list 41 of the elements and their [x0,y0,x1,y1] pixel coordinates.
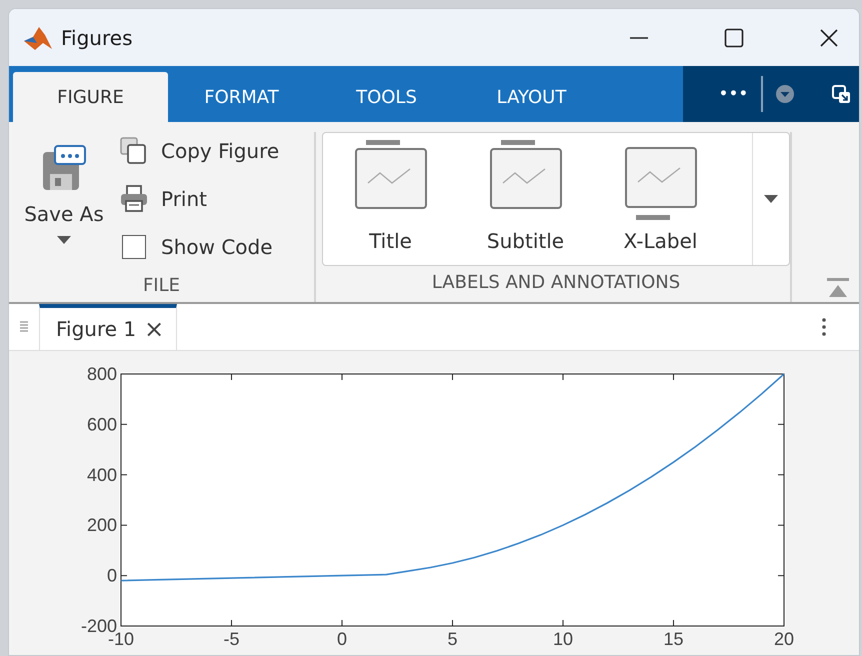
ribbon-tab[interactable]: TOOLS [315,72,458,122]
y-tick-label: 400 [86,464,117,485]
checkbox-square[interactable] [122,235,146,259]
y-tick-label: 800 [86,364,117,384]
y-tick-label: 0 [106,566,117,586]
x-tick-label: 0 [337,629,347,649]
printer-icon [119,184,149,214]
maximize-icon[interactable] [724,28,744,48]
section-label: LABELS AND ANNOTATIONS [432,271,680,295]
undock-icon[interactable] [830,84,851,104]
caret-icon [57,236,71,244]
y-tick-label: 600 [86,414,117,434]
show-code-checkbox[interactable]: Show Code [119,228,280,266]
label-gallery-button[interactable]: X-Label [593,133,728,265]
close-tab-button[interactable]: × [144,315,164,343]
label-gallery-button[interactable]: Title [323,133,458,265]
ribbon-tab[interactable]: FORMAT [170,72,313,122]
ribbon-tab[interactable]: FIGURE [13,72,168,122]
grip-icon[interactable] [20,320,28,334]
label-gallery-button[interactable]: Subtitle [458,133,593,265]
x-tick-label: 15 [663,629,684,649]
print-button[interactable]: Print [119,180,280,218]
save-as-button[interactable]: Save As [9,132,119,269]
copy-icon [119,136,149,166]
collapse-ribbon-icon[interactable] [827,278,849,298]
x-tick-label: 20 [774,629,794,649]
x-tick-label: -5 [224,629,240,649]
ribbon-tab[interactable]: LAYOUT [460,72,603,122]
caret-icon [764,195,778,203]
y-tick-label: 200 [86,515,117,536]
copy-figure-button[interactable]: Copy Figure [119,132,280,170]
close-icon[interactable] [819,28,839,48]
x-tick-label: 5 [448,629,458,649]
dropdown-icon[interactable] [774,84,795,104]
section-label: FILE [142,274,180,298]
x-tick-label: 10 [552,629,574,649]
logo-icon [23,24,53,50]
kebab-menu-icon[interactable] [821,317,827,337]
window-title: Figures [61,26,132,50]
floppy-disk-icon [41,144,87,192]
more-button[interactable]: ••• [719,86,749,102]
